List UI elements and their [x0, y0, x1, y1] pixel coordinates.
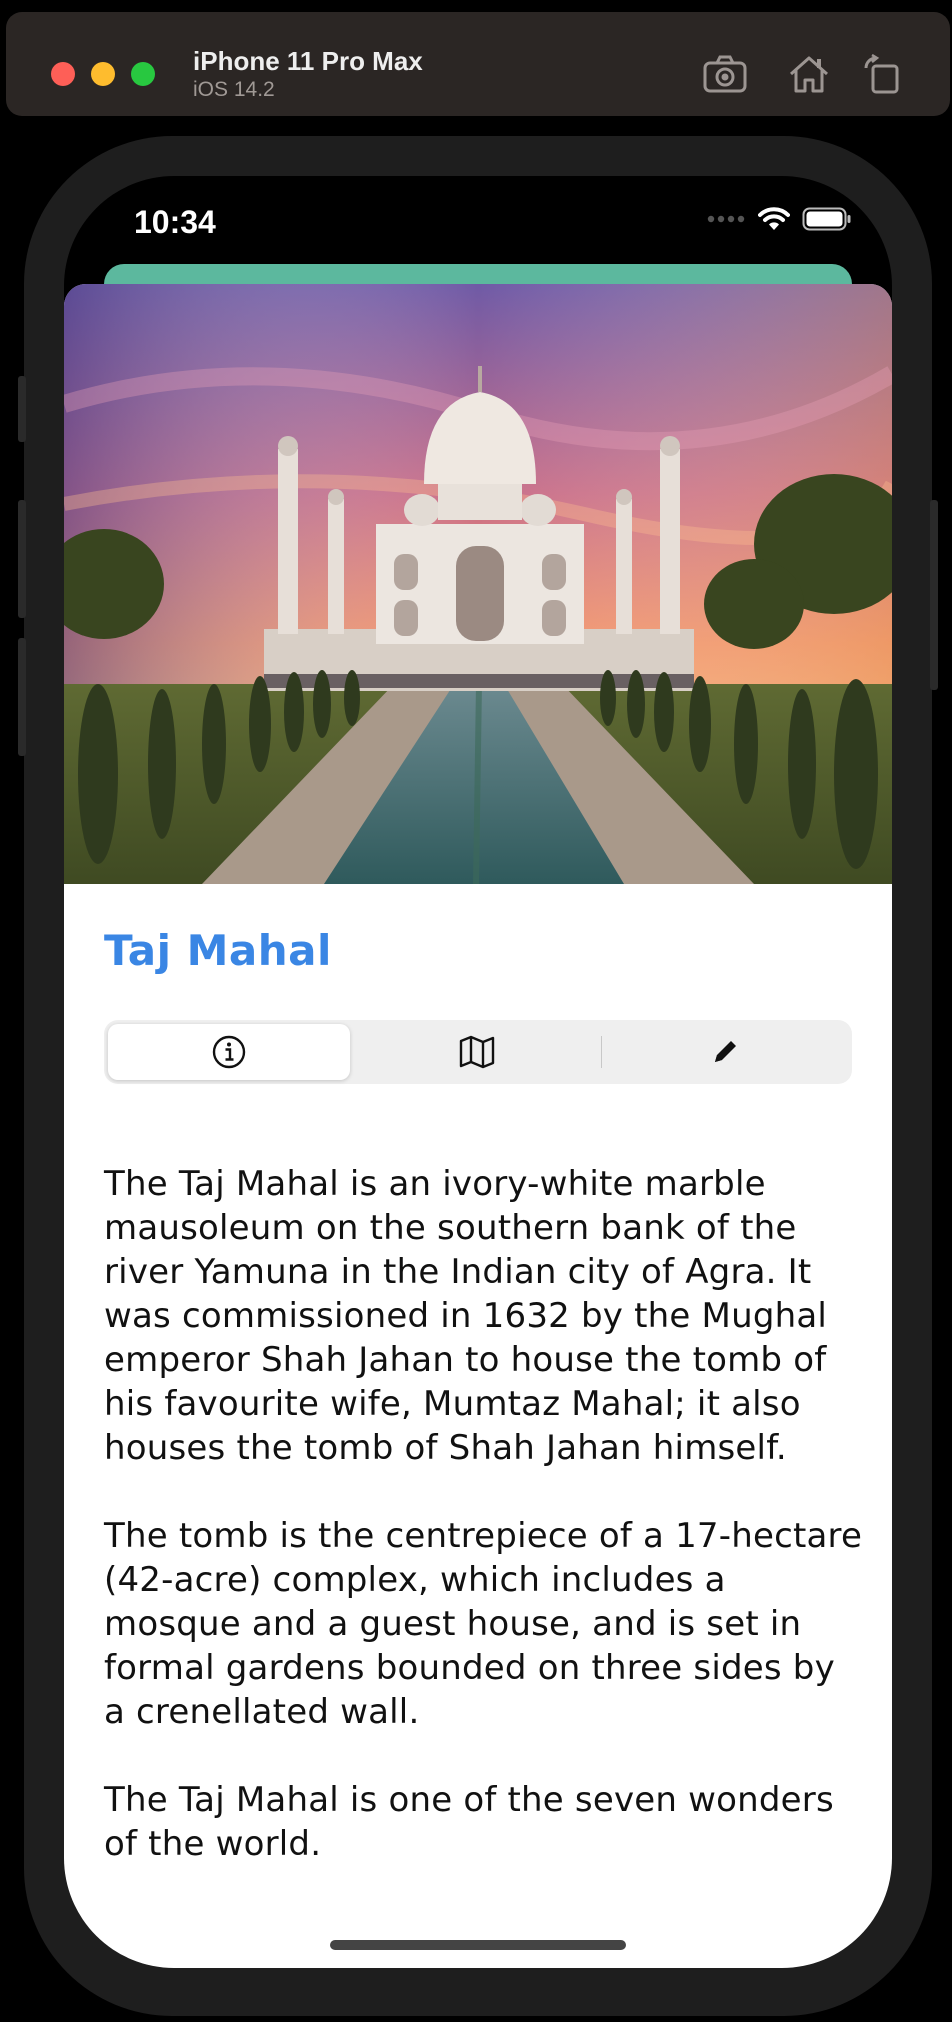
close-window-button[interactable] [51, 62, 75, 86]
taj-mahal-photo [64, 284, 892, 884]
landmark-detail-sheet: Taj Mahal The Taj Mahal is an ivory-whit… [64, 284, 892, 1968]
signal-dots-icon [707, 215, 745, 223]
landmark-description: The Taj Mahal is an ivory-white marble m… [104, 1162, 864, 1910]
tab-info[interactable] [108, 1024, 350, 1080]
zoom-window-button[interactable] [131, 62, 155, 86]
description-paragraph: The Taj Mahal is one of the seven wonder… [104, 1780, 834, 1864]
volume-down-button [18, 638, 26, 756]
description-paragraph: The Taj Mahal is an ivory-white marble m… [104, 1164, 828, 1468]
landmark-title: Taj Mahal [104, 926, 332, 975]
status-icons [706, 204, 852, 234]
home-indicator[interactable] [330, 1940, 626, 1950]
volume-up-button [18, 500, 26, 618]
home-icon[interactable] [786, 54, 832, 94]
info-icon [212, 1035, 246, 1069]
tab-edit[interactable] [602, 1024, 848, 1080]
screenshot-icon[interactable] [702, 54, 748, 94]
battery-icon [802, 207, 851, 231]
simulator-title-bar: iPhone 11 Pro Max iOS 14.2 [6, 12, 950, 116]
side-button [930, 500, 938, 690]
mute-switch [18, 376, 26, 442]
simulator-os-version: iOS 14.2 [193, 78, 275, 101]
minimize-window-button[interactable] [91, 62, 115, 86]
map-icon [459, 1035, 495, 1069]
rotate-icon[interactable] [862, 53, 908, 94]
description-paragraph: The tomb is the centrepiece of a 17-hect… [104, 1516, 863, 1732]
pencil-icon [715, 1041, 736, 1062]
status-time: 10:34 [134, 204, 216, 240]
phone-screen: 10:34 Taj Mahal The Taj Mahal is an ivor… [64, 176, 892, 1968]
wifi-icon [758, 207, 790, 230]
detail-segmented-control [104, 1020, 852, 1084]
notch [269, 176, 687, 236]
simulator-device-name: iPhone 11 Pro Max [193, 46, 423, 76]
tab-map[interactable] [354, 1024, 600, 1080]
